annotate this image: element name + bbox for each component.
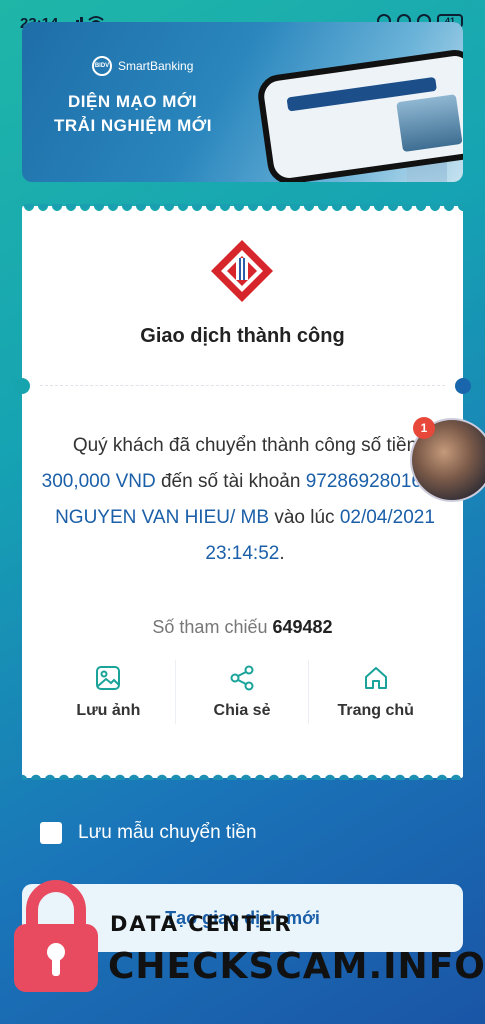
save-image-button[interactable]: Lưu ảnh (42, 660, 175, 724)
reference-label: Số tham chiếu (152, 617, 268, 637)
receipt-title: Giao dịch thành công (140, 325, 345, 347)
save-template-label: Lưu mẫu chuyển tiền (78, 822, 257, 843)
receipt-notch-left (14, 378, 30, 394)
watermark-line-1: DATA CENTER (110, 912, 293, 936)
receipt-divider (40, 385, 445, 386)
transfer-amount: 300,000 VND (41, 471, 156, 492)
watermark-line-2: CHECKSCAM.INFO (108, 946, 485, 987)
home-icon (364, 667, 387, 689)
notification-badge: 1 (413, 417, 435, 439)
share-icon (230, 665, 254, 691)
home-label: Trang chủ (337, 702, 414, 719)
message-mid: đến số tài khoản (160, 471, 301, 492)
save-template-row[interactable]: Lưu mẫu chuyển tiền (40, 822, 257, 844)
home-button[interactable]: Trang chủ (308, 660, 442, 724)
smartbanking-logo: BIDV SmartBanking (92, 56, 193, 76)
message-prefix: Quý khách đã chuyển thành công số tiền (72, 435, 418, 456)
promo-banner[interactable]: BIDV SmartBanking DIỆN MẠO MỚI TRẢI NGHI… (22, 22, 463, 182)
banner-headline-2: TRẢI NGHIỆM MỚI (54, 116, 212, 135)
message-time-prefix: vào lúc (274, 507, 335, 528)
share-button[interactable]: Chia sẻ (174, 660, 309, 724)
bidv-logo-icon: BIDV (92, 56, 112, 76)
save-image-label: Lưu ảnh (76, 702, 141, 719)
receipt-edge-top (22, 204, 463, 212)
banner-headline-1: DIỆN MẠO MỚI (68, 92, 198, 111)
receipt-edge-bottom (22, 772, 463, 780)
phone-mockup-image (255, 47, 463, 182)
receipt-message: Quý khách đã chuyển thành công số tiền 3… (41, 435, 449, 564)
receipt-actions: Lưu ảnh Chia sẻ Trang chủ (42, 660, 442, 724)
share-label: Chia sẻ (213, 702, 271, 719)
reference-number: Số tham chiếu 649482 (22, 617, 463, 638)
banner-logo-text: SmartBanking (118, 59, 194, 73)
bidv-logo (211, 240, 273, 302)
save-template-checkbox[interactable] (40, 822, 62, 844)
lock-icon (14, 880, 98, 992)
image-icon (96, 666, 121, 690)
receipt-notch-right (455, 378, 471, 394)
reference-value: 649482 (272, 617, 333, 637)
